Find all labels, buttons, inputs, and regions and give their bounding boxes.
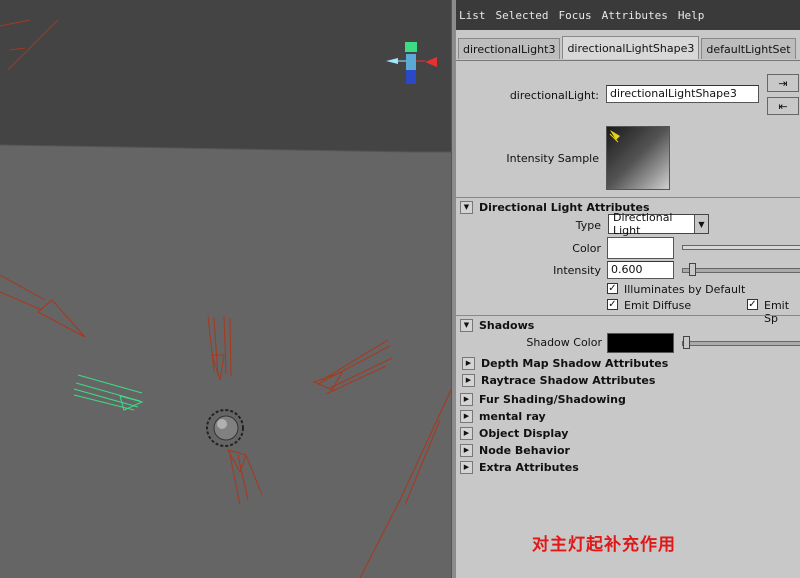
intensity-field[interactable]: 0.600 (607, 261, 674, 279)
viewport-scene (0, 0, 451, 578)
node-tabs: directionalLight3 directionalLightShape3… (458, 36, 798, 60)
color-slider[interactable] (682, 245, 800, 250)
light-sample-icon (609, 130, 620, 143)
shadow-color-slider[interactable] (682, 341, 800, 346)
arrow-out-icon: ⇤ (778, 99, 788, 113)
node-name-field[interactable]: directionalLightShape3 (606, 85, 759, 103)
expand-triangle-icon: ▶ (462, 356, 475, 370)
menu-attributes[interactable]: Attributes (602, 9, 668, 22)
section-raytrace-shadow[interactable]: ▶ Raytrace Shadow Attributes (458, 372, 800, 388)
section-fur-shading[interactable]: ▶ Fur Shading/Shadowing (458, 391, 800, 407)
expand-triangle-icon: ▶ (460, 392, 473, 406)
section-extra-attributes[interactable]: ▶ Extra Attributes (458, 459, 800, 475)
menu-focus[interactable]: Focus (558, 9, 591, 22)
emit-specular-checkbox[interactable]: ✓ (747, 299, 758, 310)
expand-triangle-icon: ▶ (460, 409, 473, 423)
intensity-slider[interactable] (682, 268, 800, 273)
intensity-sample-swatch (606, 126, 670, 190)
menu-help[interactable]: Help (678, 9, 705, 22)
emit-diffuse-checkbox[interactable]: ✓ (607, 299, 618, 310)
section-depth-map-shadow[interactable]: ▶ Depth Map Shadow Attributes (458, 355, 800, 371)
chevron-down-icon: ▼ (694, 215, 708, 233)
section-title: Depth Map Shadow Attributes (481, 356, 669, 370)
tab-directional-light-shape3[interactable]: directionalLightShape3 (562, 36, 700, 59)
section-title: Shadows (479, 318, 535, 332)
collapse-triangle-icon: ▼ (460, 200, 473, 214)
arrow-in-icon: ⇥ (778, 76, 788, 90)
shadow-color-swatch[interactable] (607, 333, 674, 353)
section-title: Fur Shading/Shadowing (479, 392, 626, 406)
intensity-label: Intensity (553, 264, 601, 277)
annotation-caption: 对主灯起补充作用 (532, 535, 676, 555)
tab-underline (456, 60, 800, 61)
node-name-label: directionalLight: (509, 89, 599, 102)
light-type-dropdown[interactable]: Directional Light ▼ (608, 211, 709, 237)
separator (456, 315, 800, 316)
section-shadows[interactable]: ▼ Shadows (458, 317, 800, 333)
attribute-editor: List Selected Focus Attributes Help dire… (456, 0, 800, 578)
section-node-behavior[interactable]: ▶ Node Behavior (458, 442, 800, 458)
section-title: Object Display (479, 426, 569, 440)
shadow-color-label: Shadow Color (526, 336, 602, 349)
tab-default-light-set[interactable]: defaultLightSet (701, 38, 796, 59)
intensity-slider-thumb[interactable] (689, 263, 696, 276)
light-color-swatch[interactable] (607, 237, 674, 259)
illuminates-by-default-checkbox[interactable]: ✓ (607, 283, 618, 294)
illuminates-by-default-label: Illuminates by Default (624, 283, 746, 296)
emit-diffuse-label: Emit Diffuse (624, 299, 692, 312)
type-label: Type (575, 219, 601, 232)
3d-viewport[interactable] (0, 0, 451, 578)
tab-directional-light3[interactable]: directionalLight3 (458, 38, 561, 59)
shadow-color-slider-thumb[interactable] (683, 336, 690, 349)
color-label: Color (572, 242, 601, 255)
menu-selected[interactable]: Selected (496, 9, 549, 22)
light-type-value: Directional Light (613, 211, 673, 237)
expand-triangle-icon: ▶ (460, 443, 473, 457)
section-title: mental ray (479, 409, 546, 423)
section-title: Extra Attributes (479, 460, 579, 474)
focus-output-button[interactable]: ⇤ (767, 97, 799, 115)
expand-triangle-icon: ▶ (460, 426, 473, 440)
expand-triangle-icon: ▶ (462, 373, 475, 387)
section-mental-ray[interactable]: ▶ mental ray (458, 408, 800, 424)
attribute-editor-menubar: List Selected Focus Attributes Help (456, 0, 800, 30)
section-title: Raytrace Shadow Attributes (481, 373, 656, 387)
focus-input-button[interactable]: ⇥ (767, 74, 799, 92)
intensity-sample-label: Intensity Sample (506, 152, 599, 165)
menu-list[interactable]: List (459, 9, 486, 22)
separator (456, 197, 800, 198)
expand-triangle-icon: ▶ (460, 460, 473, 474)
section-object-display[interactable]: ▶ Object Display (458, 425, 800, 441)
section-title: Node Behavior (479, 443, 570, 457)
collapse-triangle-icon: ▼ (460, 318, 473, 332)
